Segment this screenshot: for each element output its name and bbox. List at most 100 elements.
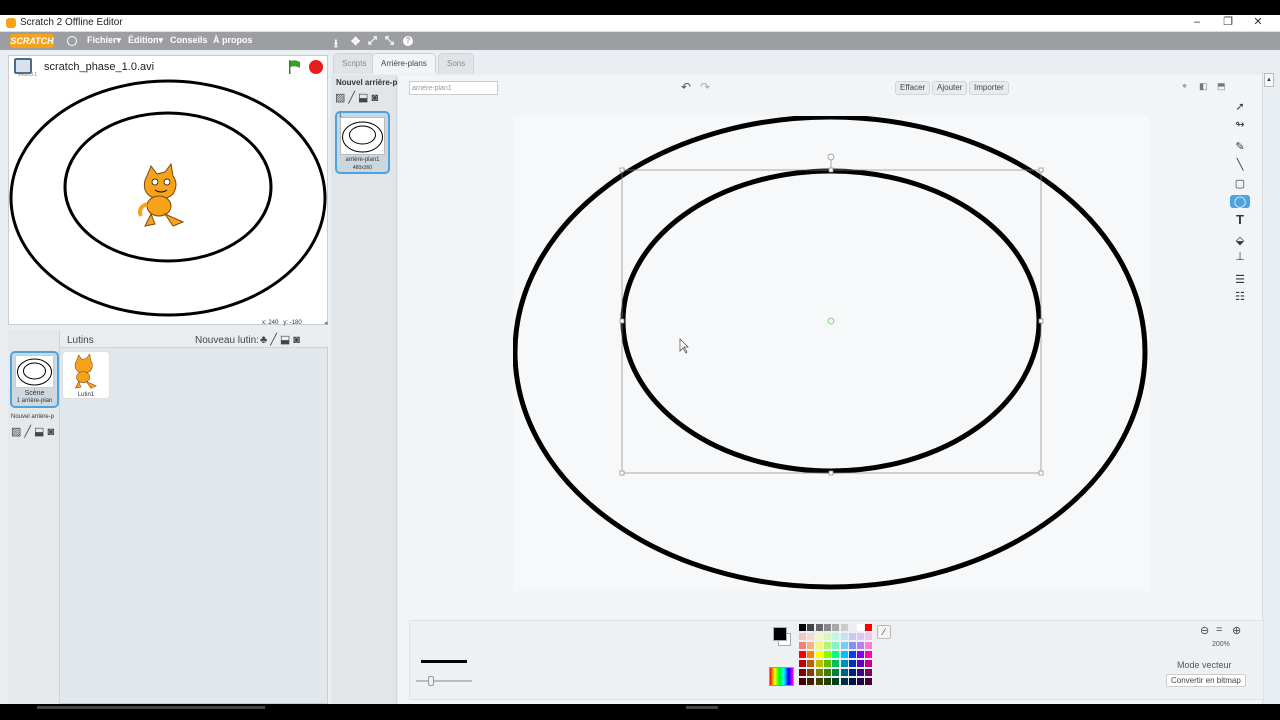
close-button[interactable]: ✕ bbox=[1242, 15, 1274, 31]
menu-about[interactable]: À propos bbox=[213, 35, 253, 45]
color-swatch[interactable] bbox=[807, 624, 815, 631]
line-tool-icon[interactable]: ╲ bbox=[1230, 158, 1250, 171]
color-swatch[interactable] bbox=[832, 633, 840, 640]
color-swatch[interactable] bbox=[799, 651, 806, 658]
upload-backdrop-icon[interactable]: ⬓ bbox=[358, 91, 368, 104]
color-swatch[interactable] bbox=[840, 651, 848, 658]
ellipse-tool-icon[interactable]: ◯ bbox=[1230, 195, 1250, 208]
tab-scripts[interactable]: Scripts bbox=[333, 53, 376, 74]
color-swatch[interactable] bbox=[848, 624, 856, 631]
color-swatch[interactable] bbox=[848, 669, 856, 676]
color-swatch[interactable] bbox=[840, 678, 848, 685]
color-swatch[interactable] bbox=[857, 678, 865, 685]
color-swatch[interactable] bbox=[799, 669, 806, 676]
sprite-thumbnail-lutin1[interactable]: Lutin1 bbox=[62, 351, 110, 399]
color-swatch[interactable] bbox=[799, 642, 806, 649]
reshape-tool-icon[interactable]: ↬ bbox=[1230, 118, 1250, 131]
color-swatch[interactable] bbox=[865, 660, 873, 667]
minimize-button[interactable]: – bbox=[1181, 15, 1213, 31]
language-globe-icon[interactable] bbox=[67, 36, 77, 46]
upload-backdrop-small-icon[interactable]: ⬓ bbox=[34, 425, 44, 438]
color-swatch[interactable] bbox=[840, 669, 848, 676]
color-swatch[interactable] bbox=[823, 624, 831, 631]
color-swatch[interactable] bbox=[840, 660, 848, 667]
zoom-in-icon[interactable]: ⊕ bbox=[1232, 624, 1241, 637]
color-swatch[interactable] bbox=[823, 633, 831, 640]
camera-backdrop-icon[interactable]: ◙ bbox=[371, 92, 378, 104]
sprite-library-icon[interactable]: ♣ bbox=[260, 334, 267, 346]
color-swatch[interactable] bbox=[815, 642, 823, 649]
editor-scrollbar[interactable]: ▲ bbox=[1262, 72, 1274, 704]
color-swatch[interactable] bbox=[865, 651, 873, 658]
color-swatch[interactable] bbox=[857, 642, 865, 649]
color-swatch[interactable] bbox=[807, 660, 815, 667]
line-width-slider-handle[interactable] bbox=[428, 676, 434, 686]
color-swatch[interactable] bbox=[815, 624, 823, 631]
color-swatch[interactable] bbox=[865, 678, 873, 685]
color-swatch[interactable] bbox=[799, 660, 806, 667]
tab-backdrops[interactable]: Arrière-plans bbox=[372, 53, 436, 74]
bring-forward-icon[interactable]: ☰ bbox=[1230, 273, 1250, 286]
color-swatch[interactable] bbox=[857, 624, 865, 631]
fill-tool-icon[interactable]: ⬙ bbox=[1230, 234, 1250, 247]
menu-tips[interactable]: Conseils bbox=[170, 35, 208, 45]
color-swatch[interactable] bbox=[840, 642, 848, 649]
pencil-tool-icon[interactable]: ✎ bbox=[1230, 140, 1250, 153]
color-swatch[interactable] bbox=[807, 633, 815, 640]
add-button[interactable]: Ajouter bbox=[932, 81, 968, 95]
color-swatch[interactable] bbox=[848, 633, 856, 640]
color-swatch[interactable] bbox=[799, 633, 806, 640]
upload-sprite-icon[interactable]: ⬓ bbox=[280, 333, 290, 346]
scene-thumbnail[interactable]: Scène 1 arrière-plan bbox=[10, 351, 59, 408]
stamp-tool-icon[interactable]: ⊥ bbox=[1230, 250, 1250, 263]
paint-backdrop-icon[interactable]: ╱ bbox=[348, 91, 355, 104]
color-swatch[interactable] bbox=[857, 651, 865, 658]
color-swatch[interactable] bbox=[865, 669, 873, 676]
help-icon[interactable]: ? bbox=[403, 36, 413, 46]
flip-vertical-icon[interactable]: ⬒ bbox=[1217, 81, 1226, 92]
zoom-reset-icon[interactable]: = bbox=[1216, 624, 1222, 636]
undo-icon[interactable]: ↶ bbox=[681, 80, 691, 94]
color-swatch[interactable] bbox=[857, 660, 865, 667]
line-width-slider[interactable] bbox=[416, 680, 472, 682]
collapse-stage-icon[interactable]: ◂ bbox=[324, 319, 328, 327]
cut-icon[interactable]: ✥ bbox=[351, 35, 360, 48]
color-swatch[interactable] bbox=[823, 642, 831, 649]
color-swatch[interactable] bbox=[807, 669, 815, 676]
color-swatch[interactable] bbox=[807, 651, 815, 658]
color-swatch[interactable] bbox=[848, 642, 856, 649]
scratch-logo[interactable]: SCRATCH bbox=[10, 34, 54, 48]
color-swatch[interactable] bbox=[832, 669, 840, 676]
canvas-inner-ellipse[interactable] bbox=[620, 168, 1042, 474]
cat-sprite[interactable] bbox=[137, 162, 185, 227]
color-swatch[interactable] bbox=[832, 651, 840, 658]
color-swatch[interactable] bbox=[823, 669, 831, 676]
send-backward-icon[interactable]: ☷ bbox=[1230, 290, 1250, 303]
camera-sprite-icon[interactable]: ◙ bbox=[293, 334, 300, 346]
green-flag-icon[interactable] bbox=[286, 59, 302, 75]
color-swatch[interactable] bbox=[823, 660, 831, 667]
color-picker-current[interactable] bbox=[773, 627, 791, 647]
clear-button[interactable]: Effacer bbox=[895, 81, 931, 95]
color-swatch[interactable] bbox=[840, 624, 848, 631]
rectangle-tool-icon[interactable]: ▢ bbox=[1230, 177, 1250, 190]
color-swatch[interactable] bbox=[807, 642, 815, 649]
color-swatch[interactable] bbox=[832, 624, 840, 631]
tab-sounds[interactable]: Sons bbox=[438, 53, 475, 74]
maximize-button[interactable]: ❐ bbox=[1212, 15, 1244, 31]
backdrop-library-icon[interactable]: ▨ bbox=[335, 91, 345, 104]
paint-canvas[interactable] bbox=[513, 116, 1149, 591]
color-swatch[interactable] bbox=[848, 678, 856, 685]
set-costume-center-icon[interactable]: ⌖ bbox=[1182, 81, 1187, 92]
color-swatch[interactable] bbox=[823, 651, 831, 658]
color-swatch[interactable] bbox=[815, 678, 823, 685]
stop-icon[interactable] bbox=[309, 60, 323, 74]
color-swatch[interactable] bbox=[857, 669, 865, 676]
menu-edit[interactable]: Édition▾ bbox=[128, 35, 163, 46]
color-swatch[interactable] bbox=[799, 678, 806, 685]
color-palette[interactable] bbox=[799, 624, 875, 688]
select-tool-icon[interactable]: ➚ bbox=[1230, 100, 1250, 113]
grow-icon[interactable]: ⤢ bbox=[368, 35, 377, 48]
color-swatch[interactable] bbox=[832, 678, 840, 685]
stage[interactable] bbox=[8, 55, 328, 325]
